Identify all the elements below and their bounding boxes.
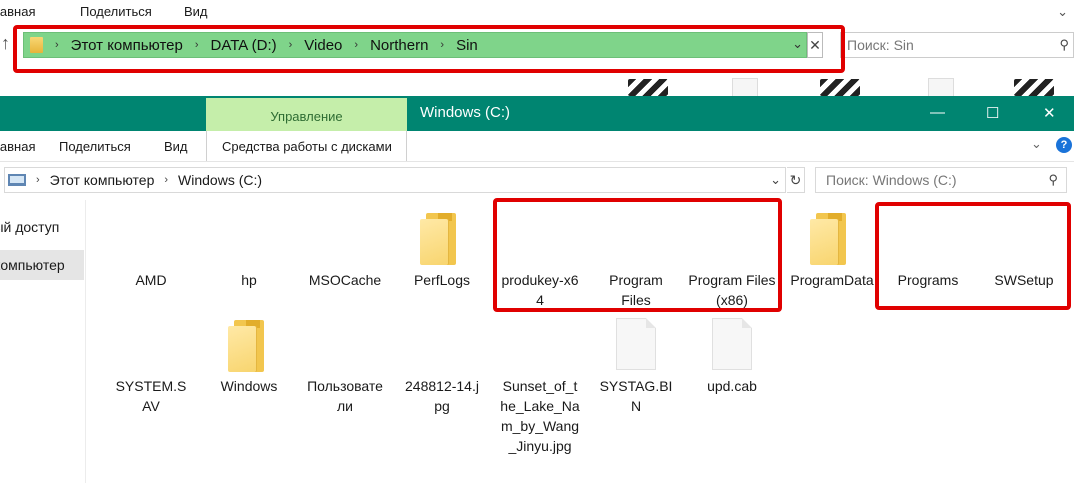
back-search-input[interactable]: Поиск: Sin ⚲ [840,32,1074,58]
breadcrumb-windows-c[interactable]: Windows (C:) [178,172,262,188]
tab-home[interactable]: Главная [0,139,35,154]
computer-icon [8,174,26,186]
annotation-highlight-programs [875,202,1071,310]
back-explorer-window: Главная Поделиться Вид ⌄ ↑ › Этот компью… [0,0,1074,96]
file-upd-cab[interactable]: upd.cab [686,376,778,396]
folder-hp[interactable]: hp [203,270,295,290]
refresh-icon[interactable]: ↻ [787,167,805,193]
search-input[interactable]: Поиск: Windows (C:) ⚲ [815,167,1067,193]
file-icon [732,78,758,96]
folder-icon [810,213,850,265]
folder-system-sav[interactable]: SYSTEM.SAV [105,376,197,416]
chevron-down-icon[interactable]: ⌄ [1031,136,1042,152]
back-tab-view[interactable]: Вид [184,4,208,19]
item-label: Пользователи [307,378,383,414]
file-icon [928,78,954,96]
folder-windows[interactable]: Windows [203,376,295,396]
divider [0,161,1074,162]
ribbon-tabs: Главная Поделиться Вид Средства работы с… [0,131,1074,161]
folder-programdata[interactable]: ProgramData [786,270,878,290]
item-label: upd.cab [707,378,757,394]
item-label: 248812-14.jpg [405,378,479,414]
tab-view[interactable]: Вид [164,139,188,154]
address-bar[interactable]: › Этот компьютер › Windows (C:) ⌄ [4,167,786,193]
folder-icon [228,320,268,372]
annotation-highlight-address [13,25,845,73]
video-file-icon [820,79,860,96]
up-arrow-icon[interactable]: ↑ [1,33,10,54]
item-label: hp [241,272,257,288]
item-label: Windows [220,378,278,394]
annotation-highlight-program-files [493,198,782,312]
close-icon[interactable]: ✕ [1043,104,1056,122]
chevron-down-icon[interactable]: ⌄ [1057,4,1068,20]
item-label: ProgramData [790,272,874,288]
search-placeholder: Поиск: Sin [847,37,914,53]
nav-this-pc[interactable]: Этот компьютер [0,250,84,280]
item-label: AMD [135,272,167,288]
search-placeholder: Поиск: Windows (C:) [826,172,957,188]
back-tab-home[interactable]: Главная [0,4,35,19]
search-icon: ⚲ [1048,172,1058,187]
title-bar [0,96,1074,131]
tab-share[interactable]: Поделиться [59,139,131,154]
maximize-icon[interactable]: ☐ [986,104,999,122]
folder-perflogs[interactable]: PerfLogs [396,270,488,290]
folder-users[interactable]: Пользователи [299,376,391,416]
folder-icon [420,213,460,265]
manage-tab-frame [206,131,407,161]
back-ribbon: Главная Поделиться Вид ⌄ [0,0,1074,24]
file-icon [712,318,752,370]
back-tab-share[interactable]: Поделиться [80,4,152,19]
file-sunset-jpg[interactable]: Sunset_of_the_Lake_Nam_by_Wang_Jinyu.jpg [494,376,586,456]
item-label: Sunset_of_the_Lake_Nam_by_Wang_Jinyu.jpg [500,378,580,454]
navigation-pane: Быстрый доступ Этот компьютер [0,200,86,483]
video-file-icon [628,79,668,96]
chevron-down-icon[interactable]: ⌄ [770,172,781,188]
video-file-icon [1014,79,1054,96]
tab-manage[interactable]: Управление [206,98,407,131]
folder-amd[interactable]: AMD [105,270,197,290]
file-systag-bin[interactable]: SYSTAG.BIN [590,376,682,416]
chevron-right-icon: › [164,174,169,186]
breadcrumb-this-pc[interactable]: Этот компьютер [50,172,155,188]
item-label: SYSTEM.SAV [115,378,187,414]
file-icon [616,318,656,370]
chevron-right-icon: › [36,174,40,186]
window-title: Windows (C:) [420,104,511,121]
help-icon[interactable]: ? [1056,137,1072,153]
item-label: MSOCache [308,272,382,288]
file-248812-14-jpg[interactable]: 248812-14.jpg [396,376,488,416]
minimize-icon[interactable]: — [930,104,945,121]
item-label: SYSTAG.BIN [599,378,673,414]
folder-msocache[interactable]: MSOCache [299,270,391,290]
item-label: PerfLogs [413,272,471,288]
nav-quick-access[interactable]: Быстрый доступ [0,212,84,242]
search-icon: ⚲ [1059,37,1069,52]
